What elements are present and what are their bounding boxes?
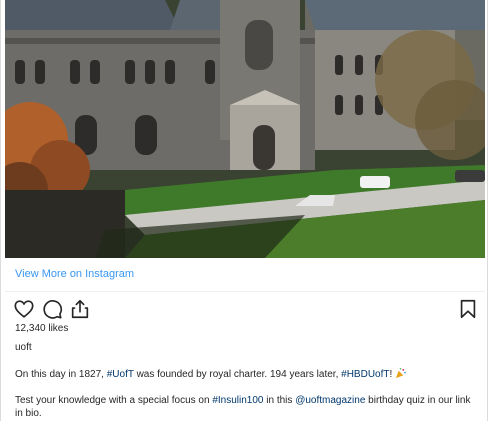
view-more-bar: View More on Instagram [5, 258, 485, 292]
caption-text: in this [263, 395, 296, 406]
share-icon[interactable] [69, 298, 91, 320]
likes-count[interactable]: 12,340 likes [15, 323, 68, 334]
caption-text: was founded by royal charter. 194 years … [133, 369, 342, 380]
mention-uoftmagazine[interactable]: @uoftmagazine [295, 395, 365, 406]
party-popper-icon [395, 368, 406, 379]
heart-icon[interactable] [13, 298, 35, 320]
view-more-link[interactable]: View More on Instagram [15, 268, 134, 280]
hashtag-uoft[interactable]: #UofT [107, 369, 134, 380]
university-building-photo [5, 0, 485, 258]
caption-text: On this day in 1827, [15, 369, 107, 380]
caption-paragraph-1: On this day in 1827, #UofT was founded b… [15, 368, 475, 381]
hashtag-hbduoft[interactable]: #HBDUofT [341, 369, 389, 380]
caption-paragraph-2: Test your knowledge with a special focus… [15, 394, 475, 420]
bookmark-icon[interactable] [457, 298, 479, 320]
post-photo[interactable] [5, 0, 485, 258]
post-actions [13, 298, 479, 322]
caption-text: Test your knowledge with a special focus… [15, 395, 213, 406]
hashtag-insulin100[interactable]: #Insulin100 [212, 395, 263, 406]
comment-icon[interactable] [41, 298, 63, 320]
instagram-embed-card: View More on Instagram 12,340 likes uoft [0, 0, 488, 421]
username[interactable]: uoft [15, 342, 32, 353]
